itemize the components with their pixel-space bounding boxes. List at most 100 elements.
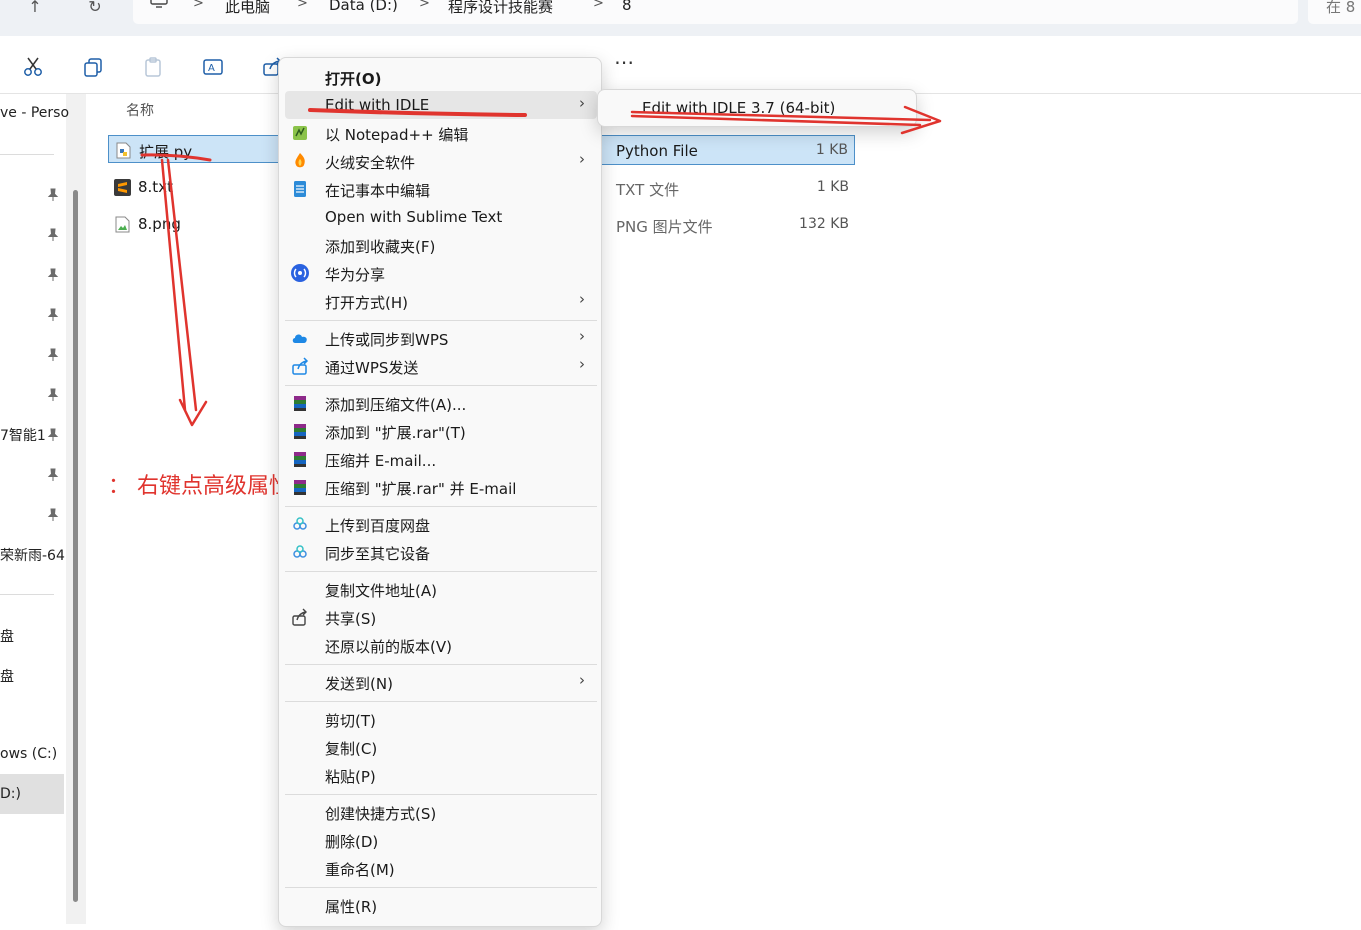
sidebar-item-drive-c[interactable]: ows (C:) — [0, 746, 57, 762]
menu-item-baidu-upload[interactable]: 上传到百度网盘 — [285, 510, 597, 538]
chevron-right-icon: › — [579, 94, 585, 112]
file-details[interactable]: PNG 图片文件 132 KB — [602, 210, 855, 240]
menu-item-sync-devices[interactable]: 同步至其它设备 — [285, 538, 597, 566]
sidebar-item-drive-d[interactable]: D:) — [0, 786, 21, 802]
image-file-icon — [115, 216, 130, 233]
menu-item-edit-with-idle[interactable]: Edit with IDLE › — [285, 91, 597, 119]
chevron-right-icon: › — [579, 150, 585, 168]
menu-item-add-favorites[interactable]: 添加到收藏夹(F) — [285, 231, 597, 259]
menu-item-sublime[interactable]: Open with Sublime Text — [285, 203, 597, 231]
menu-item-label: 添加到 "扩展.rar"(T) — [325, 424, 466, 442]
menu-item-label: 重命名(M) — [325, 861, 395, 879]
pin-icon — [47, 468, 59, 481]
breadcrumb-item[interactable]: 此电脑 — [225, 0, 270, 17]
menu-item-notepadpp[interactable]: 以 Notepad++ 编辑 — [285, 119, 597, 147]
address-bar-row: ↑ ↻ > 此电脑 > Data (D:) > 程序设计技能赛 > 8 在 8 — [0, 0, 1361, 36]
file-name: 扩展.py — [139, 143, 193, 161]
menu-item-copy[interactable]: 复制(C) — [285, 733, 597, 761]
menu-item-label: 通过WPS发送 — [325, 359, 419, 377]
menu-item-paste[interactable]: 粘贴(P) — [285, 761, 597, 789]
menu-item-open[interactable]: 打开(O) — [285, 63, 597, 91]
menu-item-create-shortcut[interactable]: 创建快捷方式(S) — [285, 798, 597, 826]
menu-item-delete[interactable]: 删除(D) — [285, 826, 597, 854]
file-type: Python File — [616, 142, 698, 160]
file-row[interactable]: 8.txt — [108, 173, 278, 201]
huorong-icon — [295, 153, 305, 168]
sidebar-scrollbar-thumb[interactable] — [73, 190, 78, 902]
menu-item-notepad[interactable]: 在记事本中编辑 — [285, 175, 597, 203]
cut-icon[interactable] — [22, 56, 44, 78]
sidebar-item-onedrive[interactable]: ve - Perso — [0, 105, 69, 121]
breadcrumb-item[interactable]: 8 — [622, 0, 632, 14]
file-size: 132 KB — [799, 216, 849, 232]
up-arrow-icon[interactable]: ↑ — [20, 0, 50, 18]
column-header-name[interactable]: 名称 — [126, 100, 154, 120]
file-row[interactable]: 8.png — [108, 210, 278, 238]
sidebar-item-user[interactable]: 荣新雨-64 — [0, 545, 65, 565]
chevron-right-icon: › — [579, 355, 585, 373]
menu-item-properties[interactable]: 属性(R) — [285, 891, 597, 919]
computer-icon — [150, 0, 168, 8]
winrar-icon — [294, 452, 306, 467]
menu-item-send-to[interactable]: 发送到(N) › — [285, 668, 597, 696]
sidebar-item-drive[interactable]: 盘 — [0, 626, 14, 646]
refresh-icon[interactable]: ↻ — [80, 0, 110, 18]
wps-send-icon — [292, 357, 309, 375]
breadcrumb-separator: > — [297, 0, 308, 11]
sidebar-item-drive[interactable]: 盘 — [0, 666, 14, 686]
file-size: 1 KB — [815, 142, 848, 158]
file-row-selected[interactable]: 扩展.py — [108, 135, 283, 163]
file-details-selected[interactable]: Python File 1 KB — [602, 135, 855, 165]
search-input[interactable]: 在 8 — [1308, 0, 1361, 24]
menu-item-label: 剪切(T) — [325, 712, 376, 730]
winrar-icon — [294, 424, 306, 439]
winrar-icon — [294, 480, 306, 495]
pin-icon — [47, 228, 59, 241]
menu-item-wps-sync[interactable]: 上传或同步到WPS › — [285, 324, 597, 352]
annotation-text: ： 右键点高级属性 — [108, 474, 291, 499]
menu-item-compress-email[interactable]: 压缩并 E-mail... — [285, 445, 597, 473]
chevron-right-icon: › — [579, 290, 585, 308]
python-file-icon — [116, 142, 131, 159]
submenu-item-idle-37[interactable]: Edit with IDLE 3.7 (64-bit) — [642, 99, 835, 117]
paste-icon[interactable] — [142, 56, 164, 78]
file-type: TXT 文件 — [616, 181, 680, 199]
search-placeholder: 在 8 — [1326, 0, 1356, 16]
menu-item-cut[interactable]: 剪切(T) — [285, 705, 597, 733]
menu-separator — [285, 664, 597, 665]
menu-item-compress-rar-email[interactable]: 压缩到 "扩展.rar" 并 E-mail — [285, 473, 597, 501]
file-type: PNG 图片文件 — [616, 218, 713, 236]
rename-icon[interactable]: A — [202, 56, 224, 78]
menu-separator — [285, 506, 597, 507]
menu-item-wps-send[interactable]: 通过WPS发送 › — [285, 352, 597, 380]
menu-separator — [285, 571, 597, 572]
menu-item-add-to-archive[interactable]: 添加到压缩文件(A)... — [285, 389, 597, 417]
submenu-edit-with-idle: Edit with IDLE 3.7 (64-bit) — [597, 89, 917, 127]
menu-item-copy-path[interactable]: 复制文件地址(A) — [285, 575, 597, 603]
menu-item-add-to-rar[interactable]: 添加到 "扩展.rar"(T) — [285, 417, 597, 445]
menu-item-huorong[interactable]: 火绒安全软件 › — [285, 147, 597, 175]
breadcrumb-item[interactable]: 程序设计技能赛 — [448, 0, 553, 17]
huawei-share-icon — [291, 264, 309, 282]
more-options-button[interactable]: ⋯ — [614, 50, 635, 74]
file-explorer-window: ↑ ↻ > 此电脑 > Data (D:) > 程序设计技能赛 > 8 在 8 — [0, 0, 1361, 930]
menu-item-label: 火绒安全软件 — [325, 154, 416, 172]
menu-item-label: 创建快捷方式(S) — [325, 805, 437, 823]
menu-item-share[interactable]: 共享(S) — [285, 603, 597, 631]
chevron-right-icon: › — [579, 327, 585, 345]
winrar-icon — [294, 396, 306, 411]
menu-item-label: 以 Notepad++ 编辑 — [325, 126, 469, 144]
breadcrumb[interactable]: > 此电脑 > Data (D:) > 程序设计技能赛 > 8 — [133, 0, 1298, 24]
sidebar-item-folder[interactable]: 7智能1 — [0, 425, 46, 445]
menu-item-huawei-share[interactable]: 华为分享 — [285, 259, 597, 287]
file-name: 8.txt — [138, 178, 173, 196]
pin-icon — [47, 388, 59, 401]
file-details[interactable]: TXT 文件 1 KB — [602, 173, 855, 203]
breadcrumb-item[interactable]: Data (D:) — [329, 0, 398, 14]
menu-item-restore-versions[interactable]: 还原以前的版本(V) — [285, 631, 597, 659]
menu-item-rename[interactable]: 重命名(M) — [285, 854, 597, 882]
file-name: 8.png — [138, 215, 181, 233]
copy-icon[interactable] — [82, 56, 104, 78]
menu-item-open-with[interactable]: 打开方式(H) › — [285, 287, 597, 315]
menu-item-label: 上传到百度网盘 — [325, 517, 431, 535]
